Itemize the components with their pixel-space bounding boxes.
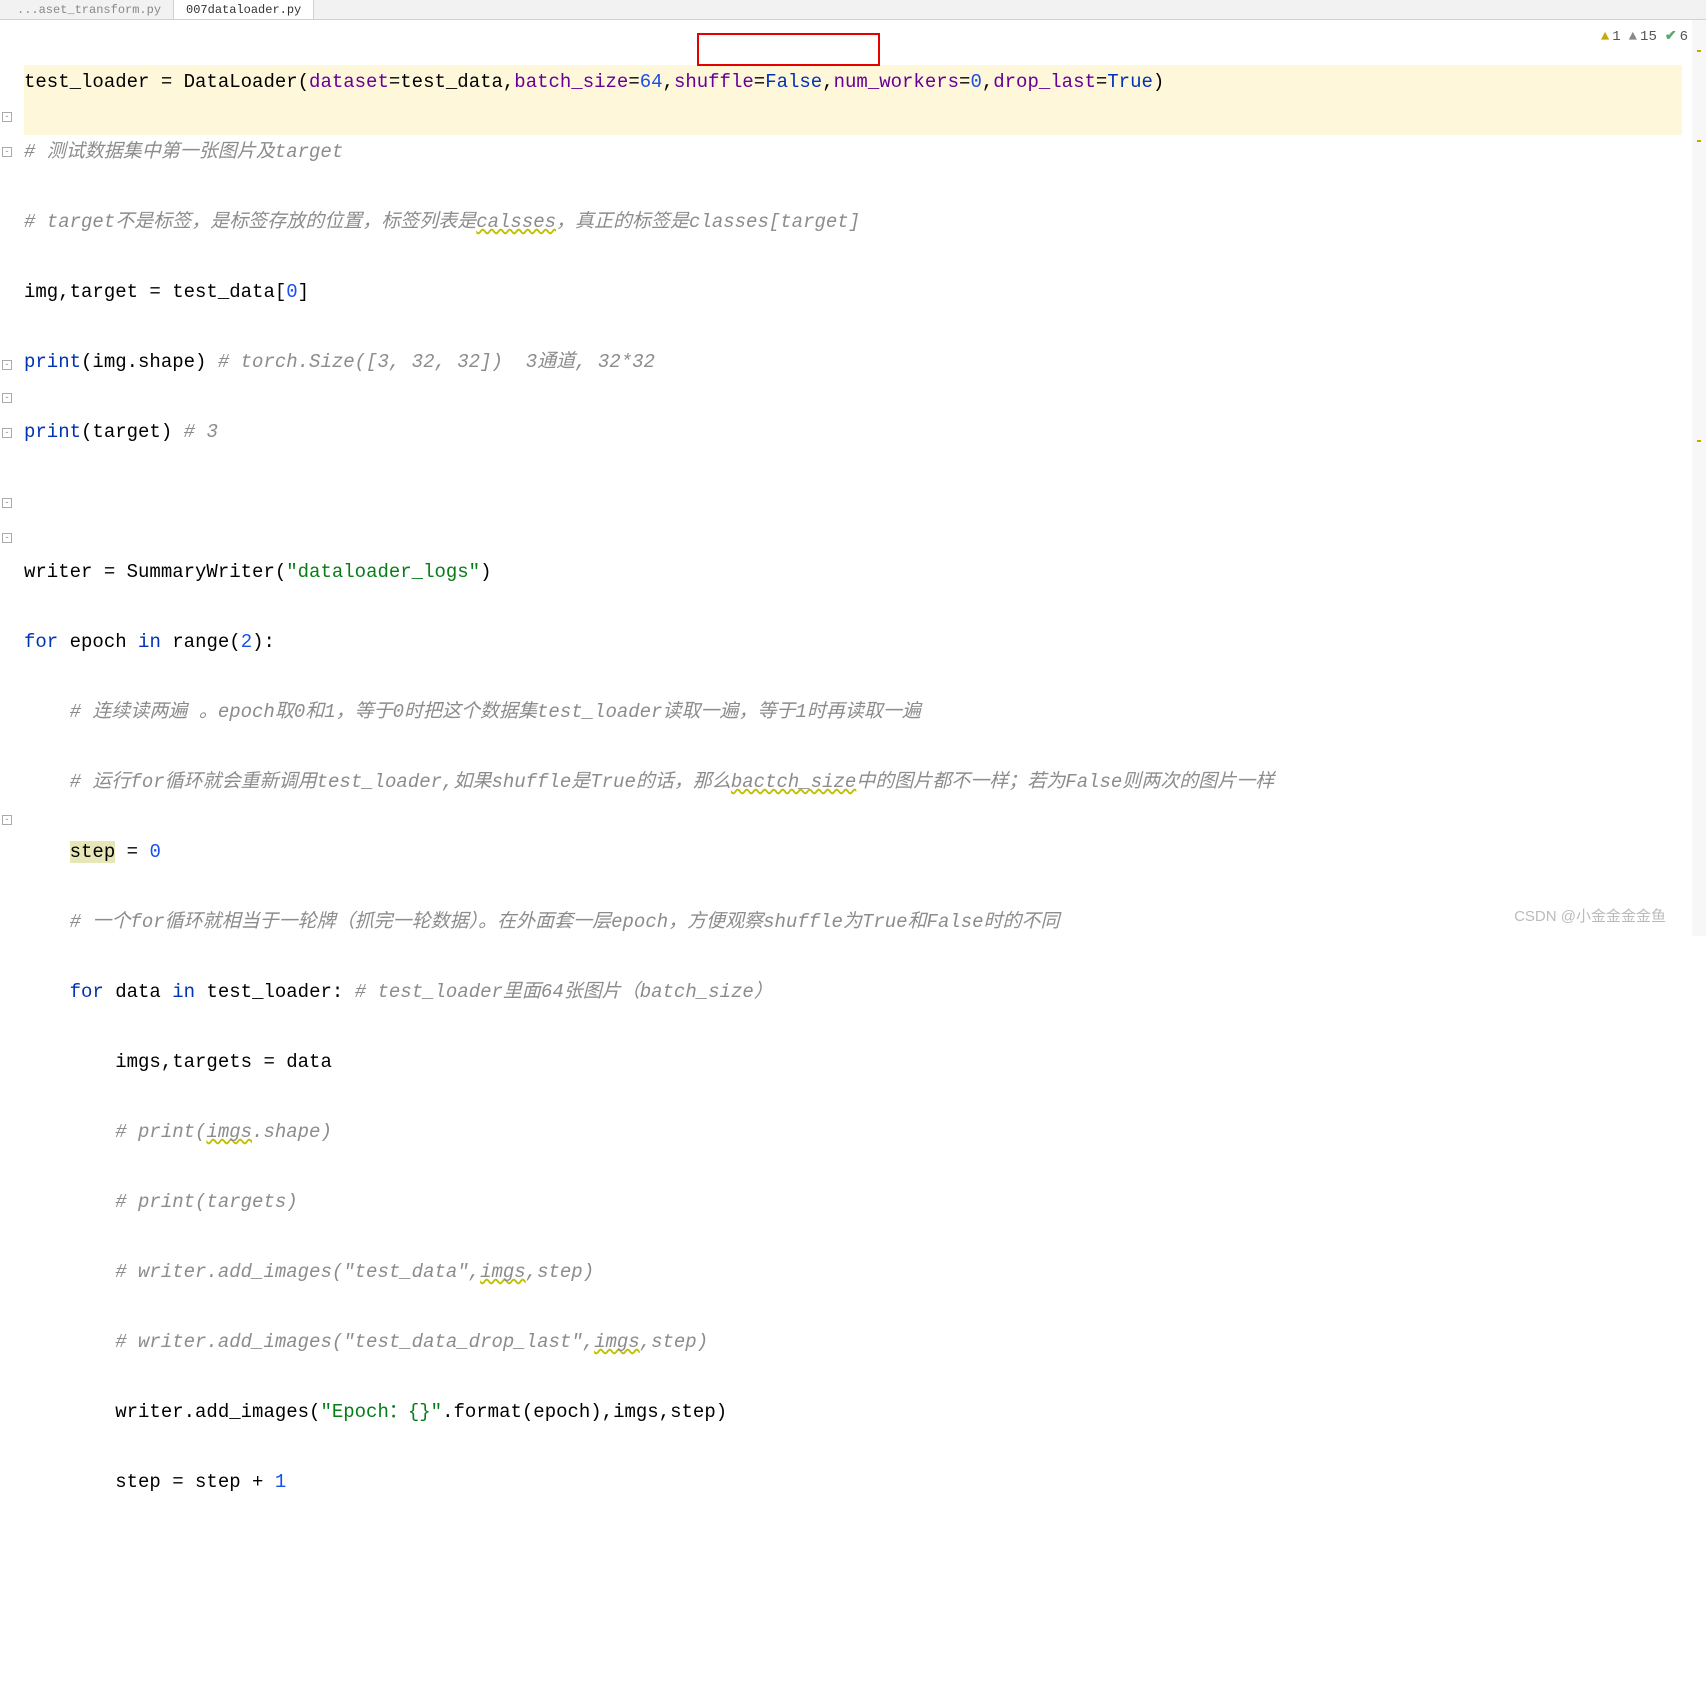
code-line-4[interactable]: # target不是标签，是标签存放的位置，标签列表是calsses，真正的标签… [24, 205, 1706, 240]
code-line-8[interactable] [24, 485, 1706, 520]
code-line-21[interactable]: writer.add_images("Epoch：{}".format(epoc… [24, 1395, 1706, 1430]
code-line-15[interactable]: for data in test_loader: # test_loader里面… [24, 975, 1706, 1010]
code-line-16[interactable]: imgs,targets = data [24, 1045, 1706, 1080]
fold-icon[interactable]: - [2, 360, 12, 370]
code-line-3[interactable]: # 测试数据集中第一张图片及target [24, 135, 1706, 170]
code-line-10[interactable]: for epoch in range(2): [24, 625, 1706, 660]
highlighted-variable: step [70, 841, 116, 863]
watermark-text: CSDN @小金金金金鱼 [1514, 905, 1666, 926]
code-line-1[interactable]: test_loader = DataLoader(dataset=test_da… [24, 65, 1682, 100]
code-editor[interactable]: test_loader = DataLoader(dataset=test_da… [0, 20, 1706, 1695]
editor-gutter: - - - - - - - - [0, 30, 16, 380]
fold-icon[interactable]: - [2, 498, 12, 508]
fold-icon[interactable]: - [2, 533, 12, 543]
scrollbar-marker [1697, 440, 1701, 442]
scrollbar-marker [1697, 140, 1701, 142]
code-line-14[interactable]: # 一个for循环就相当于一轮牌（抓完一轮数据）。在外面套一层epoch，方便观… [24, 905, 1706, 940]
code-line-18[interactable]: # print(targets) [24, 1185, 1706, 1220]
code-line-7[interactable]: print(target) # 3 [24, 415, 1706, 450]
code-line-9[interactable]: writer = SummaryWriter("dataloader_logs"… [24, 555, 1706, 590]
code-line-blank[interactable] [24, 100, 1682, 135]
scrollbar-marker [1697, 50, 1701, 52]
code-line-22[interactable]: step = step + 1 [24, 1465, 1706, 1500]
tab-file-2[interactable]: 007dataloader.py [174, 0, 314, 19]
tab-file-1[interactable]: ...aset_transform.py [5, 0, 174, 19]
fold-icon[interactable]: - [2, 147, 12, 157]
editor-scrollbar[interactable] [1692, 20, 1706, 936]
code-line-6[interactable]: print(img.shape) # torch.Size([3, 32, 32… [24, 345, 1706, 380]
fold-icon[interactable]: - [2, 428, 12, 438]
code-line-13[interactable]: step = 0 [24, 835, 1706, 870]
annotation-red-box [697, 33, 880, 66]
fold-icon[interactable]: - [2, 112, 12, 122]
code-line-11[interactable]: # 连续读两遍 。epoch取0和1，等于0时把这个数据集test_loader… [24, 695, 1706, 730]
editor-tabs: ...aset_transform.py 007dataloader.py [0, 0, 1706, 20]
code-line-20[interactable]: # writer.add_images("test_data_drop_last… [24, 1325, 1706, 1360]
fold-icon[interactable]: - [2, 815, 12, 825]
fold-icon[interactable]: - [2, 393, 12, 403]
code-line-17[interactable]: # print(imgs.shape) [24, 1115, 1706, 1150]
code-line-19[interactable]: # writer.add_images("test_data",imgs,ste… [24, 1255, 1706, 1290]
code-line-5[interactable]: img,target = test_data[0] [24, 275, 1706, 310]
code-line-12[interactable]: # 运行for循环就会重新调用test_loader,如果shuffle是Tru… [24, 765, 1706, 800]
